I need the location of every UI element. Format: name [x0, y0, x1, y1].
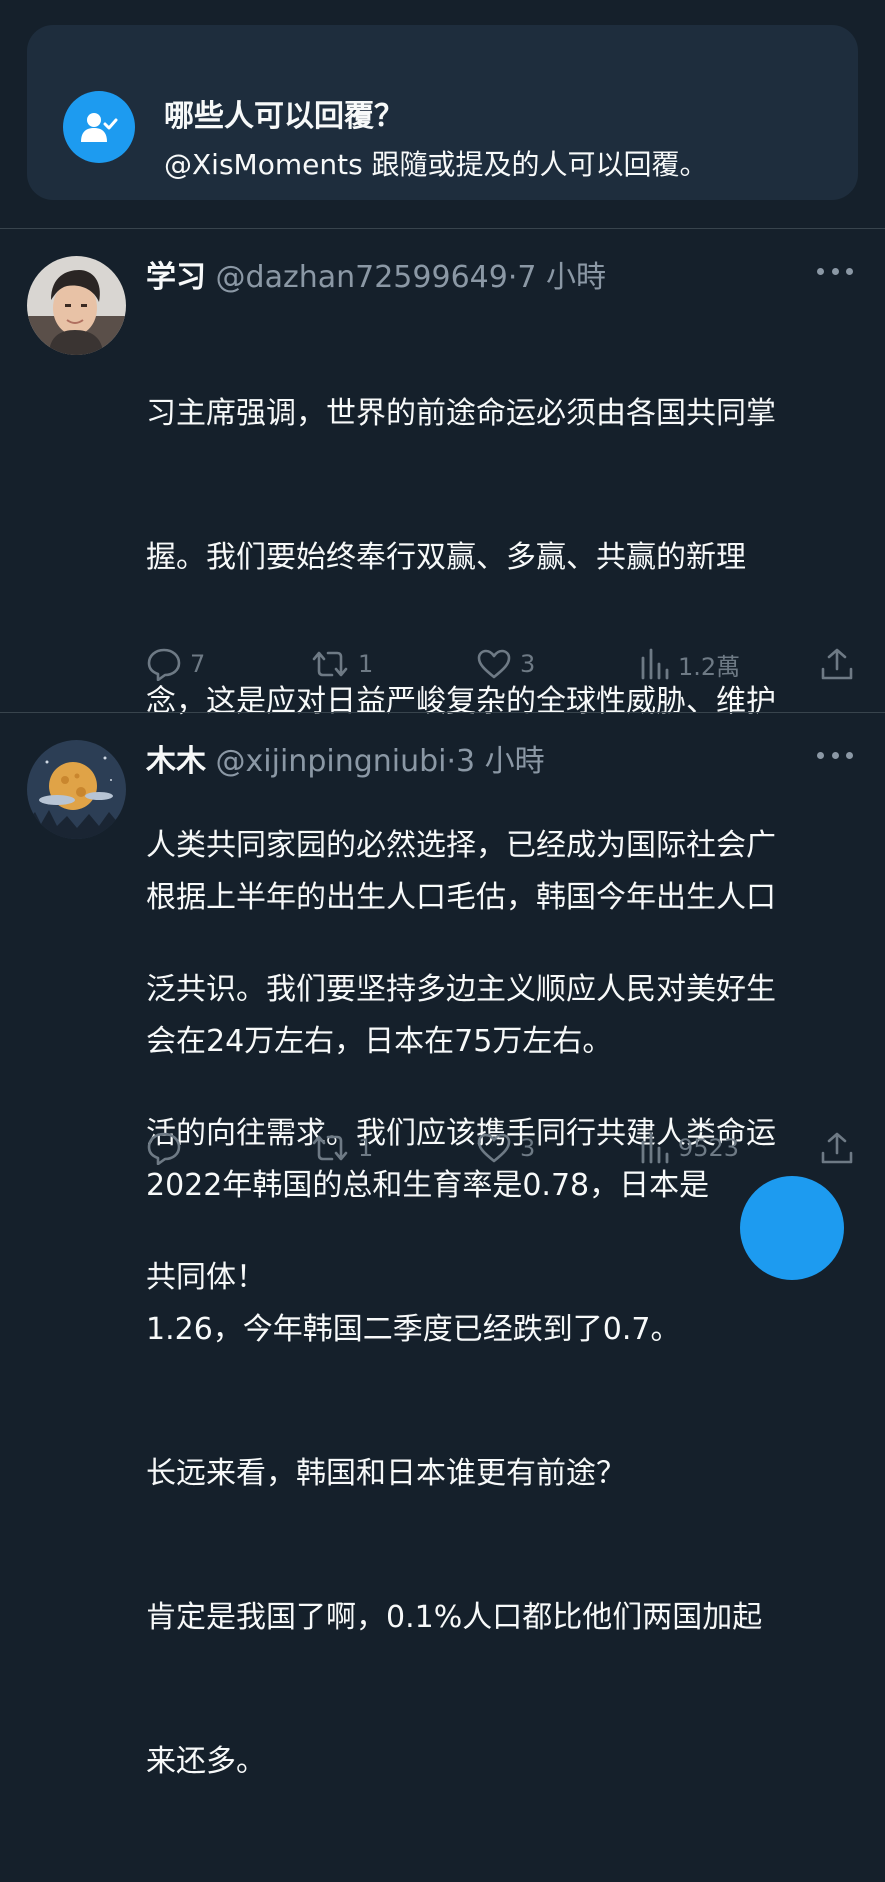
like-count: 3	[520, 650, 536, 678]
divider	[0, 712, 885, 713]
text-line: 握。我们要始终奉行双赢、多赢、共赢的新理	[146, 540, 746, 575]
avatar[interactable]	[27, 740, 126, 839]
views-button[interactable]: 1.2萬	[640, 644, 740, 684]
tweet-header: 木木 @xijinpingniubi·3 小時	[146, 736, 545, 780]
display-name[interactable]: 学习	[146, 260, 206, 295]
like-count: 3	[520, 1134, 536, 1162]
notice-description: @XisMoments 跟隨或提及的人可以回覆。	[164, 148, 708, 181]
retweet-count: 1	[358, 1134, 374, 1162]
reply-button[interactable]	[146, 1128, 190, 1168]
separator: ·	[446, 744, 457, 779]
separator: ·	[507, 260, 518, 295]
retweet-icon	[312, 651, 348, 677]
text-line: 1.26，今年韩国二季度已经跌到了0.7。	[146, 1312, 681, 1347]
retweet-icon	[312, 1135, 348, 1161]
tweet-text: 根据上半年的出生人口毛估，韩国今年出生人口 会在24万左右，日本在75万左右。 …	[146, 778, 861, 1882]
like-button[interactable]: 3	[476, 644, 535, 684]
share-icon	[821, 648, 853, 680]
display-name[interactable]: 木木	[146, 744, 206, 779]
views-count: 9523	[678, 1134, 740, 1162]
tweet[interactable]: 学习 @dazhan72599649·7 小時 习主席强调，世界的前途命运必须由…	[0, 252, 885, 1295]
tweet-actions: 1 3 9523	[146, 1128, 858, 1168]
views-icon	[641, 648, 669, 680]
text-line: 习主席强调，世界的前途命运必须由各国共同掌	[146, 396, 776, 431]
text-line: 长远来看，韩国和日本谁更有前途？	[146, 1456, 626, 1491]
user-handle[interactable]: @xijinpingniubi	[216, 744, 447, 779]
text-line: 会在24万左右，日本在75万左右。	[146, 1024, 613, 1059]
reply-count: 7	[190, 650, 206, 678]
heart-icon	[477, 649, 511, 679]
reply-icon	[147, 1132, 181, 1165]
retweet-button[interactable]: 1	[310, 1128, 373, 1168]
user-check-icon	[63, 91, 135, 163]
more-icon[interactable]	[817, 266, 853, 276]
text-line: 根据上半年的出生人口毛估，韩国今年出生人口	[146, 880, 776, 915]
retweet-button[interactable]: 1	[310, 644, 373, 684]
reply-restriction-notice: 哪些人可以回覆？ @XisMoments 跟隨或提及的人可以回覆。	[27, 25, 858, 200]
more-icon[interactable]	[817, 750, 853, 760]
views-count: 1.2萬	[678, 652, 741, 681]
reply-button[interactable]: 7	[146, 644, 205, 684]
tweet-header: 学习 @dazhan72599649·7 小時	[146, 252, 606, 296]
retweet-count: 1	[358, 650, 374, 678]
share-button[interactable]	[820, 1128, 854, 1168]
compose-button[interactable]	[740, 1176, 844, 1280]
share-icon	[821, 1132, 853, 1164]
notice-title: 哪些人可以回覆？	[164, 99, 404, 134]
text-line: 念，这是应对日益严峻复杂的全球性威胁、维护	[146, 684, 776, 719]
text-line: 来还多。	[146, 1744, 266, 1779]
views-button[interactable]: 9523	[640, 1128, 739, 1168]
tweet[interactable]: 木木 @xijinpingniubi·3 小時 根据上半年的出生人口毛估，韩国今…	[0, 736, 885, 1779]
share-button[interactable]	[820, 644, 854, 684]
views-icon	[641, 1132, 669, 1164]
divider	[0, 228, 885, 229]
tweet-actions: 7 1 3 1.2萬	[146, 644, 858, 684]
text-line: 肯定是我国了啊，0.1%人口都比他们两国加起	[146, 1600, 763, 1635]
heart-icon	[477, 1133, 511, 1163]
reply-icon	[147, 648, 181, 681]
avatar[interactable]	[27, 256, 126, 355]
timestamp[interactable]: 7 小時	[517, 260, 606, 295]
timestamp[interactable]: 3 小時	[456, 744, 545, 779]
user-handle[interactable]: @dazhan72599649	[216, 260, 508, 295]
like-button[interactable]: 3	[476, 1128, 535, 1168]
